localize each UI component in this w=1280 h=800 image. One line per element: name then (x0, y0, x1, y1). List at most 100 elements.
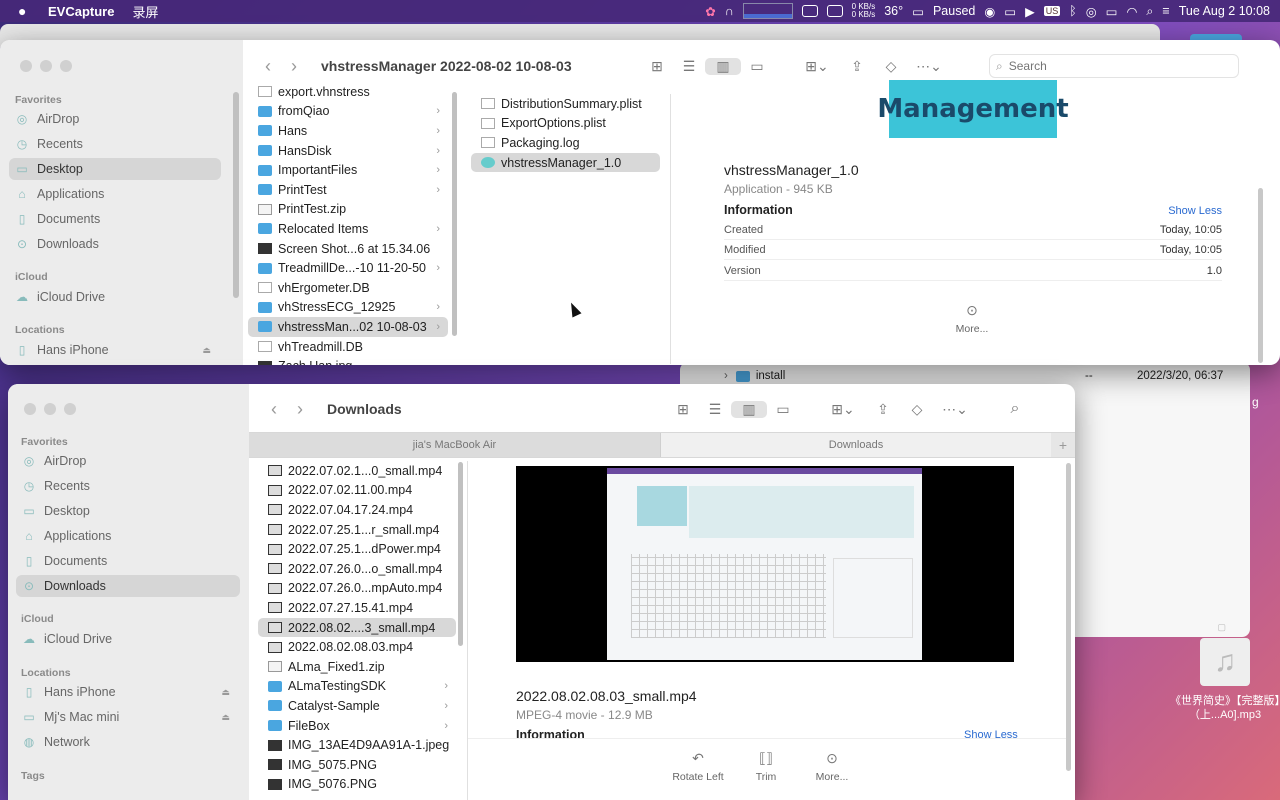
share-button[interactable]: ⇪ (867, 401, 899, 418)
file-row[interactable]: ALma_Fixed1.zip (258, 657, 456, 677)
search-field[interactable]: ⌕ (989, 54, 1239, 78)
gallery-view-button[interactable]: ▭ (767, 401, 799, 418)
file-row[interactable]: vhErgometer.DB (248, 278, 448, 298)
tag-button[interactable]: ◇ (873, 58, 909, 75)
icon-view-button[interactable]: ⊞ (667, 401, 699, 418)
wechat-icon[interactable]: ◉ (984, 4, 995, 19)
control-center-icon[interactable]: ≡ (1162, 4, 1169, 18)
cpu-graph-icon[interactable] (742, 3, 793, 19)
sidebar-item-airdrop[interactable]: ◎ AirDrop (16, 450, 240, 472)
file-row[interactable]: 2022.07.04.17.24.mp4 (258, 500, 456, 520)
file-row[interactable]: 2022.07.02.11.00.mp4 (258, 481, 456, 501)
file-row[interactable]: 2022.07.26.0...o_small.mp4 (258, 559, 456, 579)
file-row[interactable]: IMG_5076.PNG (258, 775, 456, 795)
gallery-view-button[interactable]: ▭ (741, 58, 773, 75)
file-row[interactable]: Hans › (248, 121, 448, 141)
flower-icon[interactable]: ✿ (705, 4, 715, 19)
file-row[interactable]: fromQiao › (248, 102, 448, 122)
file-row[interactable]: HansDisk › (248, 141, 448, 161)
file-row[interactable]: 2022.07.02.1...0_small.mp4 (258, 461, 456, 481)
file-row[interactable]: ExportOptions.plist (471, 114, 660, 134)
more-actions-button[interactable]: ⋯⌄ (909, 58, 949, 75)
forward-button[interactable]: › (287, 399, 313, 420)
search-icon[interactable]: ⌕ (1146, 4, 1153, 19)
input-us-icon[interactable]: US (1043, 6, 1061, 16)
sidebar-item-desktop[interactable]: ▭ Desktop (9, 158, 221, 180)
sidebar-item-documents[interactable]: ▯ Documents (9, 208, 221, 230)
sidebar-item-applications[interactable]: ⌂ Applications (9, 183, 221, 205)
user-icon[interactable]: ◎ (1086, 4, 1097, 19)
file-row[interactable]: Relocated Items › (248, 219, 448, 239)
search-input[interactable] (1008, 59, 1209, 73)
file-row[interactable]: 2022.07.26.0...mpAuto.mp4 (258, 579, 456, 599)
bluetooth-icon[interactable]: ᛒ (1069, 4, 1077, 18)
sidebar-item-icloud-drive[interactable]: ☁ iCloud Drive (9, 286, 221, 308)
sidebar-scrollbar[interactable] (233, 92, 239, 298)
file-row[interactable]: ImportantFiles › (248, 160, 448, 180)
sidebar-item-desktop[interactable]: ▭ Desktop (16, 500, 240, 522)
file-row[interactable]: 2022.08.02.08.03.mp4 (258, 637, 456, 657)
file-column-scrollbar[interactable] (458, 462, 463, 646)
sidebar-item-icloud-drive[interactable]: ☁ iCloud Drive (16, 628, 240, 650)
file-row[interactable]: vhTreadmill.DB (248, 337, 448, 357)
sidebar-item-applications[interactable]: ⌂ Applications (16, 525, 240, 547)
tab-macbook-air[interactable]: jia's MacBook Air (249, 433, 661, 457)
eject-icon[interactable]: ⏏ (221, 687, 230, 698)
more-button[interactable]: ⊙ More... (812, 750, 852, 783)
temperature[interactable]: 36° (884, 4, 903, 18)
minimize-button[interactable] (40, 60, 52, 72)
list-view-button[interactable]: ☰ (673, 58, 705, 75)
eject-icon[interactable]: ⏏ (221, 712, 230, 723)
eject-icon[interactable]: ⏏ (202, 345, 211, 356)
sidebar-item-network[interactable]: ◍ Network (16, 731, 240, 753)
memory-icon[interactable] (801, 5, 818, 17)
tab-downloads[interactable]: Downloads (661, 433, 1051, 457)
headphones-icon[interactable]: ∩ (725, 4, 734, 18)
search-icon[interactable]: ⌕ (999, 400, 1031, 418)
icon-view-button[interactable]: ⊞ (641, 58, 673, 75)
play-icon[interactable]: ▶ (1025, 4, 1035, 19)
new-tab-button[interactable]: + (1051, 433, 1075, 457)
column-1-scrollbar[interactable] (452, 92, 457, 336)
sidebar-item-documents[interactable]: ▯ Documents (16, 550, 240, 572)
sidebar-item-recents[interactable]: ◷ Recents (16, 475, 240, 497)
sidebar-item-downloads[interactable]: ⊙ Downloads (9, 233, 221, 255)
minimize-button[interactable] (44, 403, 56, 415)
file-row[interactable]: IMG_13AE4D9AA91A-1.jpeg (258, 735, 456, 755)
file-row[interactable]: Catalyst-Sample › (258, 696, 456, 716)
file-row[interactable]: Packaging.log (471, 133, 660, 153)
wifi-icon[interactable]: ◠ (1126, 4, 1137, 19)
file-row[interactable]: export.vhnstress (248, 83, 448, 102)
group-button[interactable]: ⊞⌄ (793, 58, 841, 75)
column-view-button[interactable]: ▥ (705, 57, 741, 75)
preview-scrollbar[interactable] (1066, 463, 1071, 771)
preview-scrollbar[interactable] (1258, 188, 1263, 363)
file-row[interactable]: PrintTest › (248, 180, 448, 200)
show-less-link[interactable]: Show Less (1168, 205, 1222, 217)
back-button[interactable]: ‹ (261, 399, 287, 420)
rotate-left-button[interactable]: ↶ Rotate Left (664, 750, 732, 783)
file-row[interactable]: TreadmillDe...-10 11-20-50 › (248, 258, 448, 278)
close-button[interactable] (24, 403, 36, 415)
zoom-button[interactable] (60, 60, 72, 72)
group-button[interactable]: ⊞⌄ (819, 401, 867, 418)
file-row[interactable]: FileBox › (258, 716, 456, 736)
clock[interactable]: Tue Aug 2 10:08 (1179, 4, 1270, 18)
disclosure-icon[interactable]: › (724, 370, 728, 382)
file-row[interactable]: 2022.07.27.15.41.mp4 (258, 598, 456, 618)
file-row[interactable]: DistributionSummary.plist (471, 94, 660, 114)
more-actions-button[interactable]: ⋯⌄ (935, 401, 975, 418)
file-row[interactable]: 2022.07.25.1...dPower.mp4 (258, 539, 456, 559)
menu-item-record[interactable]: 录屏 (132, 2, 158, 21)
zoom-button[interactable] (64, 403, 76, 415)
file-row[interactable]: Zach Han.jpg (248, 356, 448, 365)
battery-icon[interactable]: ▭ (1106, 4, 1118, 19)
share-button[interactable]: ⇪ (841, 58, 873, 75)
file-row[interactable]: 2022.08.02....3_small.mp4 (258, 617, 456, 638)
forward-button[interactable]: › (281, 56, 307, 77)
file-row[interactable]: ALmaTestingSDK › (258, 677, 456, 697)
list-view-button[interactable]: ☰ (699, 401, 731, 418)
file-row[interactable]: vhStressECG_12925 › (248, 298, 448, 318)
trim-button[interactable]: ⟦⟧ Trim (748, 750, 784, 783)
video-thumbnail[interactable] (516, 466, 1014, 662)
